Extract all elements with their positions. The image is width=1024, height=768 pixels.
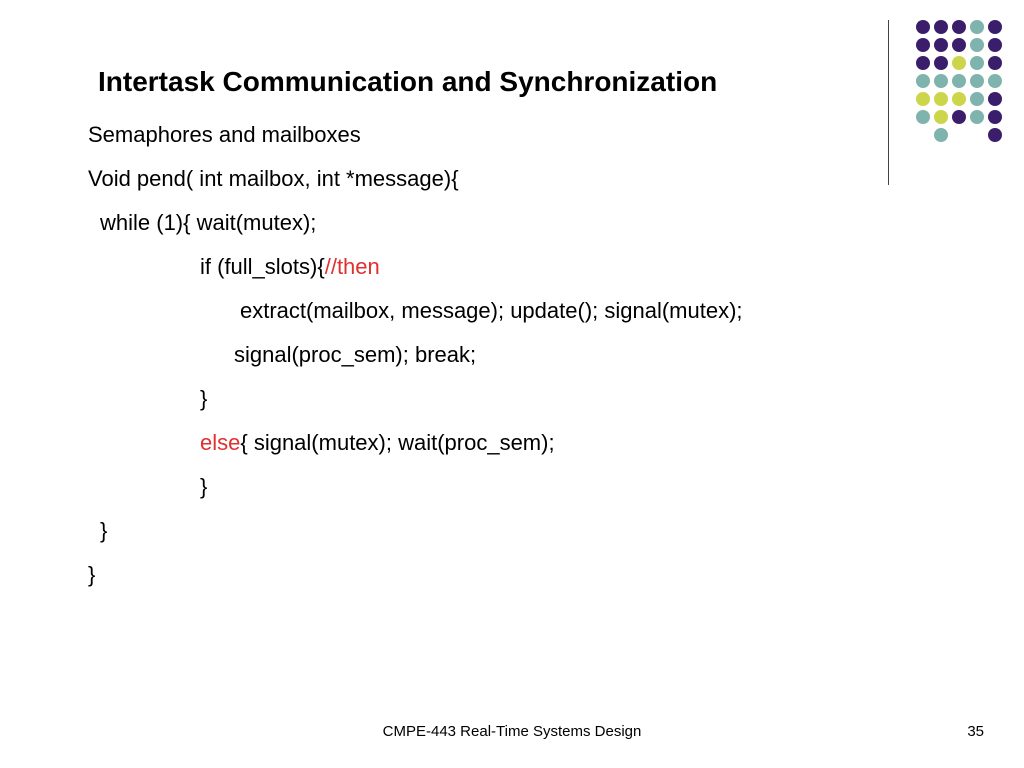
code-line: } bbox=[88, 564, 874, 586]
deco-dot bbox=[952, 38, 966, 52]
code-line: } bbox=[88, 388, 874, 410]
deco-dot bbox=[934, 128, 948, 142]
deco-dot bbox=[988, 74, 1002, 88]
deco-dot bbox=[934, 92, 948, 106]
deco-dot bbox=[970, 20, 984, 34]
footer-text: CMPE-443 Real-Time Systems Design bbox=[0, 723, 1024, 740]
deco-dot bbox=[970, 92, 984, 106]
code-line: extract(mailbox, message); update(); sig… bbox=[88, 300, 874, 322]
deco-dot bbox=[934, 110, 948, 124]
page-number: 35 bbox=[967, 723, 984, 740]
code-segment: while (1){ wait(mutex); bbox=[100, 210, 316, 235]
deco-dot bbox=[934, 56, 948, 70]
code-line: } bbox=[88, 476, 874, 498]
deco-dot bbox=[988, 20, 1002, 34]
deco-dot bbox=[916, 56, 930, 70]
code-line: signal(proc_sem); break; bbox=[88, 344, 874, 366]
deco-dot bbox=[916, 92, 930, 106]
deco-dot bbox=[934, 20, 948, 34]
code-segment: else bbox=[200, 430, 240, 455]
slide-content: Intertask Communication and Synchronizat… bbox=[88, 66, 874, 608]
deco-dot bbox=[952, 20, 966, 34]
deco-dot bbox=[988, 128, 1002, 142]
code-segment: Void pend( int mailbox, int *message){ bbox=[88, 166, 459, 191]
deco-dot bbox=[988, 92, 1002, 106]
code-segment: signal(proc_sem); break; bbox=[234, 342, 476, 367]
code-segment: if (full_slots){ bbox=[200, 254, 325, 279]
deco-dot bbox=[970, 110, 984, 124]
slide-body: Semaphores and mailboxes Void pend( int m… bbox=[88, 124, 874, 586]
deco-dot bbox=[952, 110, 966, 124]
code-line: Semaphores and mailboxes bbox=[88, 124, 874, 146]
deco-dot bbox=[988, 110, 1002, 124]
code-line: Void pend( int mailbox, int *message){ bbox=[88, 168, 874, 190]
deco-dot bbox=[952, 74, 966, 88]
code-line: else{ signal(mutex); wait(proc_sem); bbox=[88, 432, 874, 454]
code-segment: extract(mailbox, message); update(); sig… bbox=[240, 298, 743, 323]
deco-dot bbox=[934, 74, 948, 88]
code-line: while (1){ wait(mutex); bbox=[88, 212, 874, 234]
deco-dot bbox=[916, 20, 930, 34]
code-segment: } bbox=[200, 386, 207, 411]
slide-title: Intertask Communication and Synchronizat… bbox=[98, 66, 874, 98]
deco-dot bbox=[952, 56, 966, 70]
deco-dot bbox=[970, 38, 984, 52]
deco-dot bbox=[952, 92, 966, 106]
deco-dot bbox=[916, 38, 930, 52]
code-segment: } bbox=[200, 474, 207, 499]
vertical-divider bbox=[888, 20, 889, 185]
code-line: if (full_slots){//then bbox=[88, 256, 874, 278]
deco-dot bbox=[988, 38, 1002, 52]
deco-dot bbox=[916, 74, 930, 88]
code-segment: } bbox=[100, 518, 107, 543]
deco-dot bbox=[970, 74, 984, 88]
code-line: } bbox=[88, 520, 874, 542]
code-segment: { signal(mutex); wait(proc_sem); bbox=[240, 430, 554, 455]
deco-dot bbox=[934, 38, 948, 52]
deco-dot bbox=[988, 56, 1002, 70]
deco-dot bbox=[916, 110, 930, 124]
deco-dot bbox=[970, 56, 984, 70]
code-segment: //then bbox=[325, 254, 380, 279]
decorative-dots bbox=[914, 18, 1004, 144]
code-segment: Semaphores and mailboxes bbox=[88, 122, 361, 147]
code-segment: } bbox=[88, 562, 95, 587]
